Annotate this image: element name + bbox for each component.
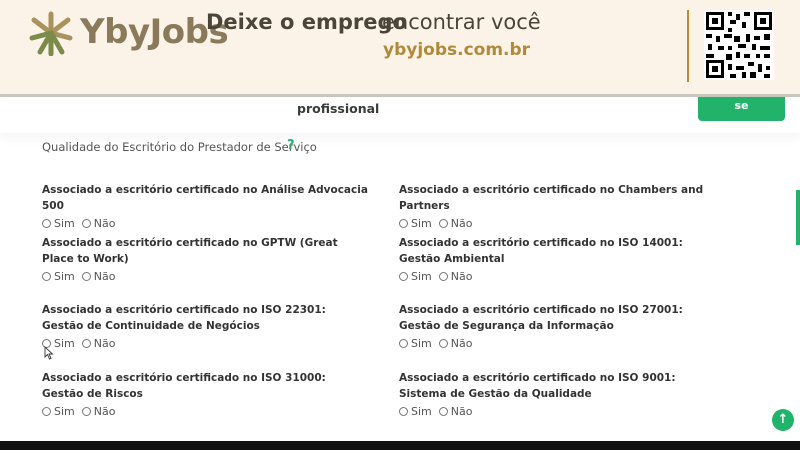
question-iso-9001: Associado a escritório certificado no IS… <box>399 371 719 418</box>
radio-label: Sim <box>411 270 432 283</box>
radio-nao[interactable]: Não <box>81 270 116 283</box>
bottom-edge <box>0 441 800 450</box>
radio-sim[interactable]: Sim <box>399 217 432 230</box>
radio-label: Sim <box>54 337 75 350</box>
question-label: Associado a escritório certificado no An… <box>42 184 368 212</box>
radio-group: Sim Não <box>42 270 372 283</box>
radio-label: Sim <box>411 217 432 230</box>
radio-label: Sim <box>54 217 75 230</box>
question-iso-14001: Associado a escritório certificado no IS… <box>399 236 719 283</box>
question-label: Associado a escritório certificado no IS… <box>399 237 683 265</box>
question-mark-icon[interactable]: ? <box>287 138 295 153</box>
question-analise-advocacia: Associado a escritório certificado no An… <box>42 183 372 230</box>
radio-circle-icon[interactable] <box>81 272 91 281</box>
radio-circle-icon[interactable] <box>42 407 51 416</box>
question-label: Associado a escritório certificado no IS… <box>399 372 676 400</box>
radio-sim[interactable]: Sim <box>42 405 75 418</box>
radio-circle-icon[interactable] <box>399 219 408 228</box>
radio-circle-icon[interactable] <box>438 339 448 348</box>
radio-circle-icon[interactable] <box>81 219 91 228</box>
radio-nao[interactable]: Não <box>81 337 116 350</box>
tagline-bold: Deixe o emprego <box>206 10 407 34</box>
radio-sim[interactable]: Sim <box>399 270 432 283</box>
radio-label: Sim <box>54 270 75 283</box>
radio-nao[interactable]: Não <box>438 270 473 283</box>
radio-circle-icon[interactable] <box>399 407 408 416</box>
radio-nao[interactable]: Não <box>438 405 473 418</box>
radio-nao[interactable]: Não <box>438 217 473 230</box>
question-iso-31000: Associado a escritório certificado no IS… <box>42 371 362 418</box>
radio-group: Sim Não <box>42 337 362 350</box>
radio-nao[interactable]: Não <box>438 337 473 350</box>
partial-header-text: profissional <box>297 101 380 116</box>
radio-label: Sim <box>411 405 432 418</box>
radio-circle-icon[interactable] <box>81 339 91 348</box>
radio-group: Sim Não <box>399 270 719 283</box>
question-label: Associado a escritório certificado no IS… <box>42 372 326 400</box>
tagline-rest: encontrar você <box>382 10 541 34</box>
ybyjobs-logo-icon <box>29 11 73 56</box>
radio-circle-icon[interactable] <box>42 219 51 228</box>
radio-label: Não <box>450 270 473 283</box>
radio-group: Sim Não <box>399 217 729 230</box>
radio-nao[interactable]: Não <box>81 405 116 418</box>
radio-group: Sim Não <box>399 337 719 350</box>
radio-circle-icon[interactable] <box>399 339 408 348</box>
radio-nao[interactable]: Não <box>81 217 116 230</box>
question-iso-22301: Associado a escritório certificado no IS… <box>42 303 362 350</box>
question-gptw: Associado a escritório certificado no GP… <box>42 236 372 283</box>
arrow-up-icon[interactable]: ↑ <box>772 409 794 431</box>
green-action-button[interactable]: se <box>698 97 785 121</box>
radio-circle-icon[interactable] <box>438 272 448 281</box>
radio-label: Não <box>450 217 473 230</box>
radio-group: Sim Não <box>42 405 362 418</box>
radio-group: Sim Não <box>399 405 719 418</box>
question-label: Associado a escritório certificado no IS… <box>399 304 683 332</box>
question-label: Associado a escritório certificado no GP… <box>42 237 338 265</box>
radio-sim[interactable]: Sim <box>399 405 432 418</box>
site-url[interactable]: ybyjobs.com.br <box>383 40 530 60</box>
question-label: Associado a escritório certificado no IS… <box>42 304 326 332</box>
radio-label: Não <box>450 337 473 350</box>
radio-circle-icon[interactable] <box>438 407 448 416</box>
mouse-cursor-icon <box>44 346 54 360</box>
question-label: Associado a escritório certificado no Ch… <box>399 184 704 212</box>
question-iso-27001: Associado a escritório certificado no IS… <box>399 303 719 350</box>
radio-group: Sim Não <box>42 217 372 230</box>
radio-sim[interactable]: Sim <box>399 337 432 350</box>
radio-label: Sim <box>411 337 432 350</box>
section-title: Qualidade do Escritório do Prestador de … <box>42 140 317 154</box>
radio-sim[interactable]: Sim <box>42 270 75 283</box>
page-header-strip <box>0 97 800 133</box>
radio-circle-icon[interactable] <box>81 407 91 416</box>
radio-label: Sim <box>54 405 75 418</box>
radio-circle-icon[interactable] <box>42 272 51 281</box>
radio-label: Não <box>93 337 116 350</box>
radio-circle-icon[interactable] <box>399 272 408 281</box>
radio-circle-icon[interactable] <box>438 219 448 228</box>
radio-label: Não <box>450 405 473 418</box>
qr-code-icon <box>704 10 774 80</box>
question-chambers: Associado a escritório certificado no Ch… <box>399 183 729 230</box>
banner-divider <box>687 10 689 82</box>
promo-banner: YbyJobs Deixe o emprego encontrar você y… <box>0 0 800 97</box>
radio-label: Não <box>93 405 116 418</box>
scrollbar-thumb[interactable] <box>796 190 800 245</box>
radio-label: Não <box>93 270 116 283</box>
radio-label: Não <box>93 217 116 230</box>
radio-sim[interactable]: Sim <box>42 217 75 230</box>
